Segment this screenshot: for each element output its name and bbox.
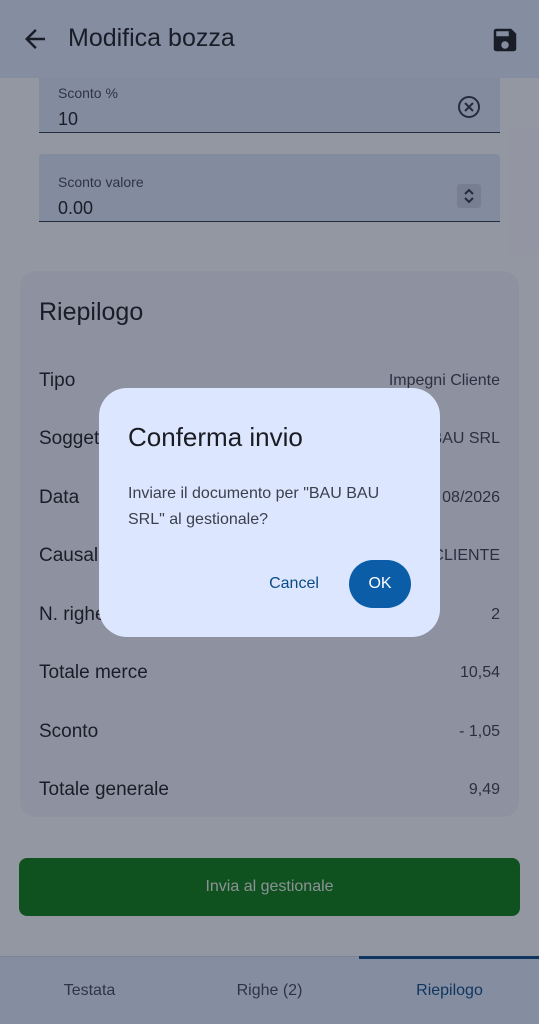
ok-label: OK xyxy=(368,575,392,592)
cancel-button[interactable]: Cancel xyxy=(259,560,329,608)
ok-button[interactable]: OK xyxy=(349,560,411,608)
confirm-dialog: Conferma invio Inviare il documento per … xyxy=(99,388,440,637)
dialog-message: Inviare il documento per "BAU BAU SRL" a… xyxy=(128,485,380,528)
dialog-title: Conferma invio xyxy=(128,422,303,452)
app-screen: Modifica bozza Sconto % 10 Modifica bozz… xyxy=(0,0,539,1024)
cancel-label: Cancel xyxy=(269,575,319,592)
